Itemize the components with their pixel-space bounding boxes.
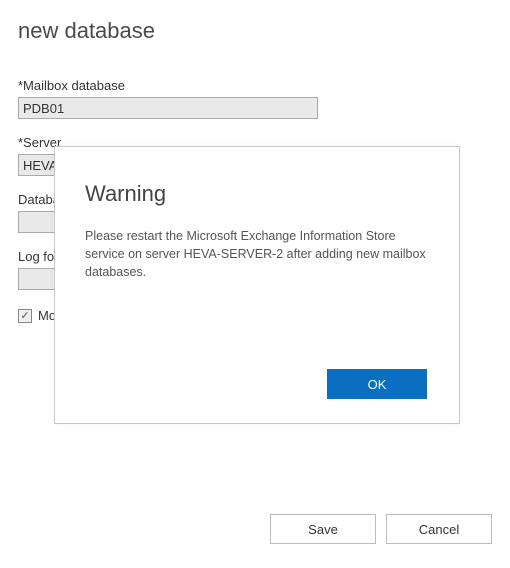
ok-button[interactable]: OK <box>327 369 427 399</box>
page-title: new database <box>18 18 500 44</box>
dialog-title: Warning <box>85 181 435 207</box>
dialog-footer: OK <box>85 369 435 403</box>
mailbox-database-input[interactable] <box>18 97 318 119</box>
mailbox-database-label: *Mailbox database <box>18 78 500 93</box>
save-button[interactable]: Save <box>270 514 376 544</box>
cancel-button[interactable]: Cancel <box>386 514 492 544</box>
warning-dialog: Warning Please restart the Microsoft Exc… <box>54 146 460 424</box>
mount-checkbox[interactable]: ✓ <box>18 309 32 323</box>
mailbox-database-group: *Mailbox database <box>18 78 500 119</box>
dialog-body: Please restart the Microsoft Exchange In… <box>85 227 435 369</box>
action-bar: Save Cancel <box>270 514 492 544</box>
